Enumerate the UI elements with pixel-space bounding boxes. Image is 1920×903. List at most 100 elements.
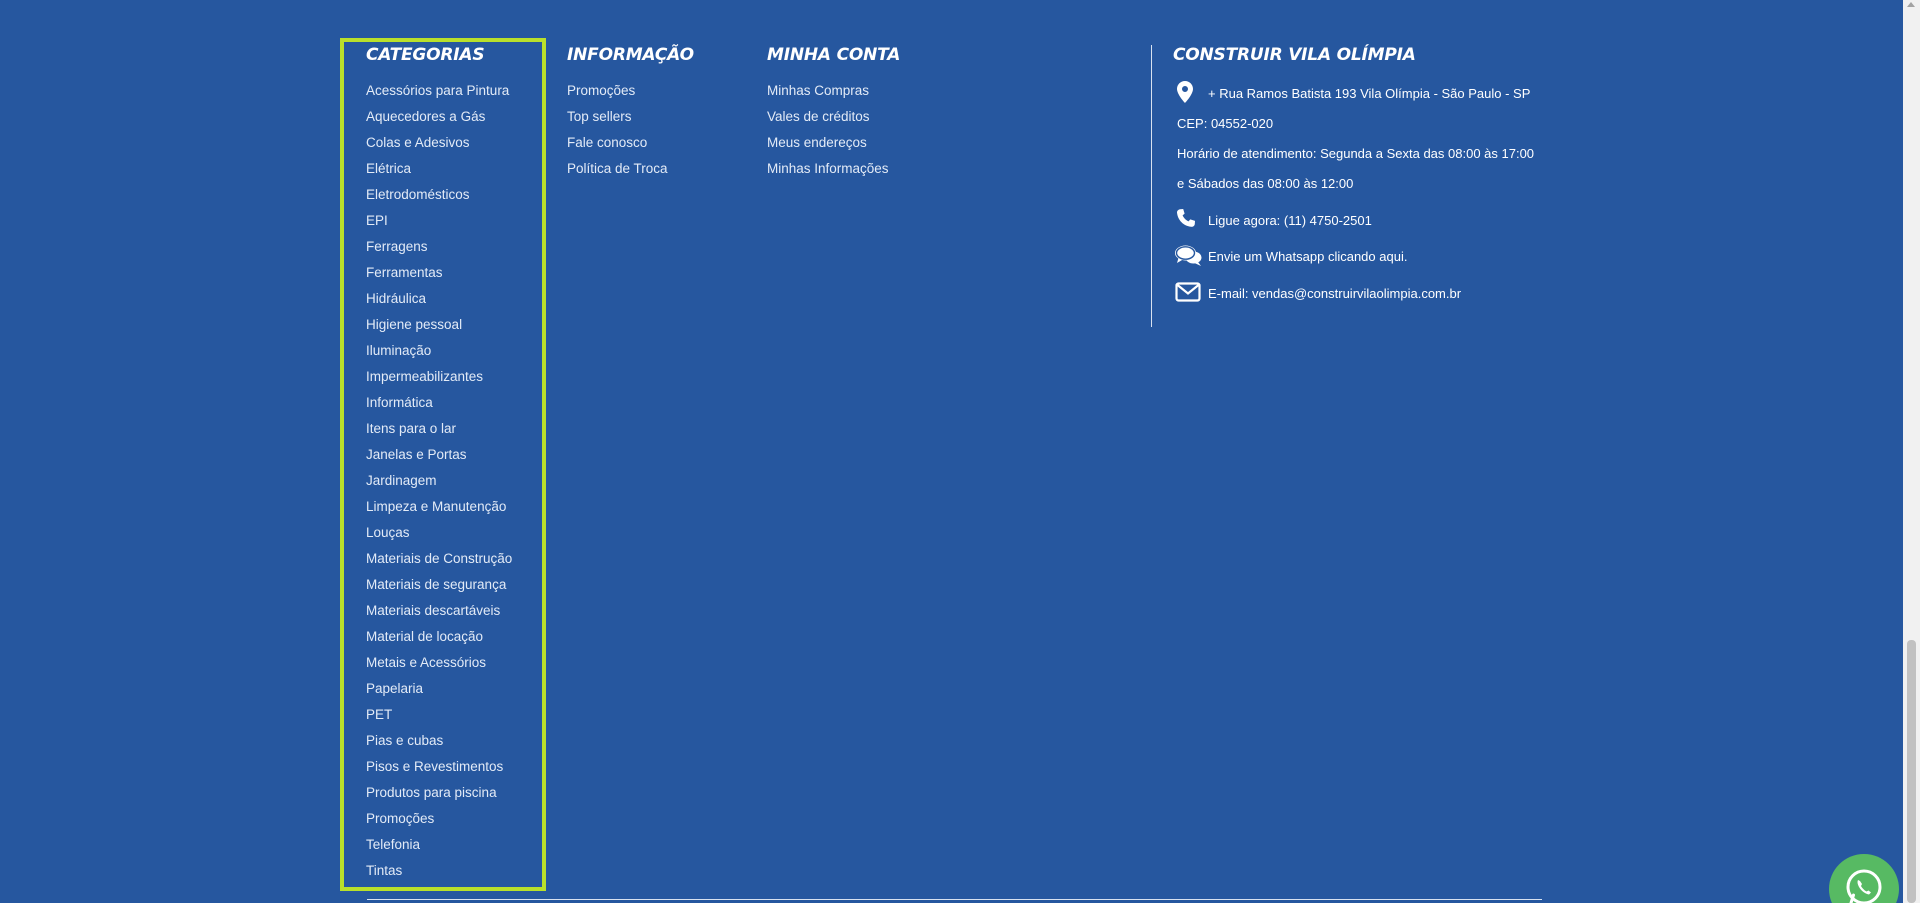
category-link[interactable]: Janelas e Portas <box>366 447 467 462</box>
category-link[interactable]: Metais e Acessórios <box>366 655 486 670</box>
informacao-link-top-sellers[interactable]: Top sellers <box>567 109 632 124</box>
category-link[interactable]: Materiais de segurança <box>366 577 506 592</box>
category-item[interactable]: Elétrica <box>366 156 512 182</box>
vertical-scrollbar[interactable] <box>1903 0 1920 903</box>
category-link[interactable]: Acessórios para Pintura <box>366 83 509 98</box>
category-item[interactable]: Material de locação <box>366 624 512 650</box>
scroll-up-arrow-icon[interactable] <box>1907 2 1915 7</box>
category-item[interactable]: Aquecedores a Gás <box>366 104 512 130</box>
category-link[interactable]: Colas e Adesivos <box>366 135 470 150</box>
informacao-link-fale-conosco[interactable]: Fale conosco <box>567 135 647 150</box>
category-link[interactable]: Louças <box>366 525 410 540</box>
minha-conta-link-vales[interactable]: Vales de créditos <box>767 109 870 124</box>
category-link[interactable]: Tintas <box>366 863 402 878</box>
category-link[interactable]: Jardinagem <box>366 473 437 488</box>
informacao-title: INFORMAÇÃO <box>567 45 694 65</box>
category-link[interactable]: Elétrica <box>366 161 411 176</box>
footer: CATEGORIAS Acessórios para Pintura Aquec… <box>0 0 1920 903</box>
category-link[interactable]: Telefonia <box>366 837 420 852</box>
category-item[interactable]: Limpeza e Manutenção <box>366 494 512 520</box>
category-item[interactable]: Pisos e Revestimentos <box>366 754 512 780</box>
category-item[interactable]: Ferramentas <box>366 260 512 286</box>
minha-conta-item[interactable]: Meus endereços <box>767 130 900 156</box>
category-item[interactable]: Hidráulica <box>366 286 512 312</box>
category-item[interactable]: PET <box>366 702 512 728</box>
category-link[interactable]: Produtos para piscina <box>366 785 497 800</box>
category-item[interactable]: Materiais de segurança <box>366 572 512 598</box>
contact-phone[interactable]: Ligue agora: (11) 4750-2501 <box>1173 208 1553 232</box>
category-item[interactable]: Ferragens <box>366 234 512 260</box>
scrollbar-thumb[interactable] <box>1907 640 1916 903</box>
category-link[interactable]: Limpeza e Manutenção <box>366 499 506 514</box>
categories-title: CATEGORIAS <box>366 45 485 65</box>
minha-conta-item[interactable]: Minhas Informações <box>767 156 900 182</box>
contact-whatsapp-text[interactable]: Envie um Whatsapp clicando aqui. <box>1208 249 1407 264</box>
category-link[interactable]: Ferragens <box>366 239 428 254</box>
category-link[interactable]: PET <box>366 707 392 722</box>
category-link[interactable]: Informática <box>366 395 433 410</box>
minha-conta-link-compras[interactable]: Minhas Compras <box>767 83 869 98</box>
minha-conta-link-enderecos[interactable]: Meus endereços <box>767 135 867 150</box>
category-item[interactable]: Promoções <box>366 806 512 832</box>
minha-conta-item[interactable]: Vales de créditos <box>767 104 900 130</box>
informacao-item[interactable]: Top sellers <box>567 104 694 130</box>
informacao-column: INFORMAÇÃO Promoções Top sellers Fale co… <box>567 38 694 182</box>
category-link[interactable]: Itens para o lar <box>366 421 456 436</box>
category-item[interactable]: Colas e Adesivos <box>366 130 512 156</box>
informacao-link-politica-troca[interactable]: Política de Troca <box>567 161 668 176</box>
whatsapp-float-button[interactable] <box>1829 854 1899 903</box>
category-link[interactable]: Higiene pessoal <box>366 317 462 332</box>
category-link[interactable]: Material de locação <box>366 629 483 644</box>
contact-phone-text[interactable]: Ligue agora: (11) 4750-2501 <box>1208 213 1372 228</box>
category-link[interactable]: Promoções <box>366 811 434 826</box>
informacao-item[interactable]: Promoções <box>567 78 694 104</box>
category-item[interactable]: Tintas <box>366 858 512 884</box>
contact-email[interactable]: E-mail: vendas@construirvilaolimpia.com.… <box>1173 282 1553 306</box>
envelope-icon <box>1175 282 1201 305</box>
category-link[interactable]: Impermeabilizantes <box>366 369 483 384</box>
category-link[interactable]: Pias e cubas <box>366 733 443 748</box>
category-item[interactable]: Materiais de Construção <box>366 546 512 572</box>
category-item[interactable]: Pias e cubas <box>366 728 512 754</box>
category-item[interactable]: Impermeabilizantes <box>366 364 512 390</box>
category-link[interactable]: Materiais descartáveis <box>366 603 500 618</box>
category-link[interactable]: Pisos e Revestimentos <box>366 759 503 774</box>
footer-bottom-divider <box>367 899 1542 900</box>
category-item[interactable]: Materiais descartáveis <box>366 598 512 624</box>
informacao-item[interactable]: Fale conosco <box>567 130 694 156</box>
category-link[interactable]: Iluminação <box>366 343 431 358</box>
category-item[interactable]: EPI <box>366 208 512 234</box>
category-item[interactable]: Informática <box>366 390 512 416</box>
category-link[interactable]: EPI <box>366 213 388 228</box>
category-item[interactable]: Itens para o lar <box>366 416 512 442</box>
contact-cep: CEP: 04552-020 <box>1173 116 1553 136</box>
category-link[interactable]: Aquecedores a Gás <box>366 109 485 124</box>
category-link[interactable]: Eletrodomésticos <box>366 187 470 202</box>
category-item[interactable]: Produtos para piscina <box>366 780 512 806</box>
category-item[interactable]: Papelaria <box>366 676 512 702</box>
minha-conta-item[interactable]: Minhas Compras <box>767 78 900 104</box>
categories-list: Acessórios para Pintura Aquecedores a Gá… <box>366 78 512 884</box>
category-item[interactable]: Janelas e Portas <box>366 442 512 468</box>
category-item[interactable]: Telefonia <box>366 832 512 858</box>
category-item[interactable]: Acessórios para Pintura <box>366 78 512 104</box>
category-item[interactable]: Louças <box>366 520 512 546</box>
informacao-link-promocoes[interactable]: Promoções <box>567 83 635 98</box>
category-link[interactable]: Materiais de Construção <box>366 551 512 566</box>
category-link[interactable]: Ferramentas <box>366 265 443 280</box>
minha-conta-link-informacoes[interactable]: Minhas Informações <box>767 161 889 176</box>
category-link[interactable]: Hidráulica <box>366 291 426 306</box>
contact-whatsapp[interactable]: Envie um Whatsapp clicando aqui. <box>1173 245 1553 269</box>
contact-address: + Rua Ramos Batista 193 Vila Olímpia - S… <box>1173 81 1553 105</box>
informacao-item[interactable]: Política de Troca <box>567 156 694 182</box>
category-item[interactable]: Metais e Acessórios <box>366 650 512 676</box>
category-item[interactable]: Iluminação <box>366 338 512 364</box>
category-item[interactable]: Jardinagem <box>366 468 512 494</box>
category-item[interactable]: Higiene pessoal <box>366 312 512 338</box>
minha-conta-column: MINHA CONTA Minhas Compras Vales de créd… <box>767 38 900 182</box>
categories-column: CATEGORIAS Acessórios para Pintura Aquec… <box>366 38 512 884</box>
minha-conta-list: Minhas Compras Vales de créditos Meus en… <box>767 78 900 182</box>
category-link[interactable]: Papelaria <box>366 681 423 696</box>
category-item[interactable]: Eletrodomésticos <box>366 182 512 208</box>
contact-email-text[interactable]: E-mail: vendas@construirvilaolimpia.com.… <box>1208 286 1461 301</box>
